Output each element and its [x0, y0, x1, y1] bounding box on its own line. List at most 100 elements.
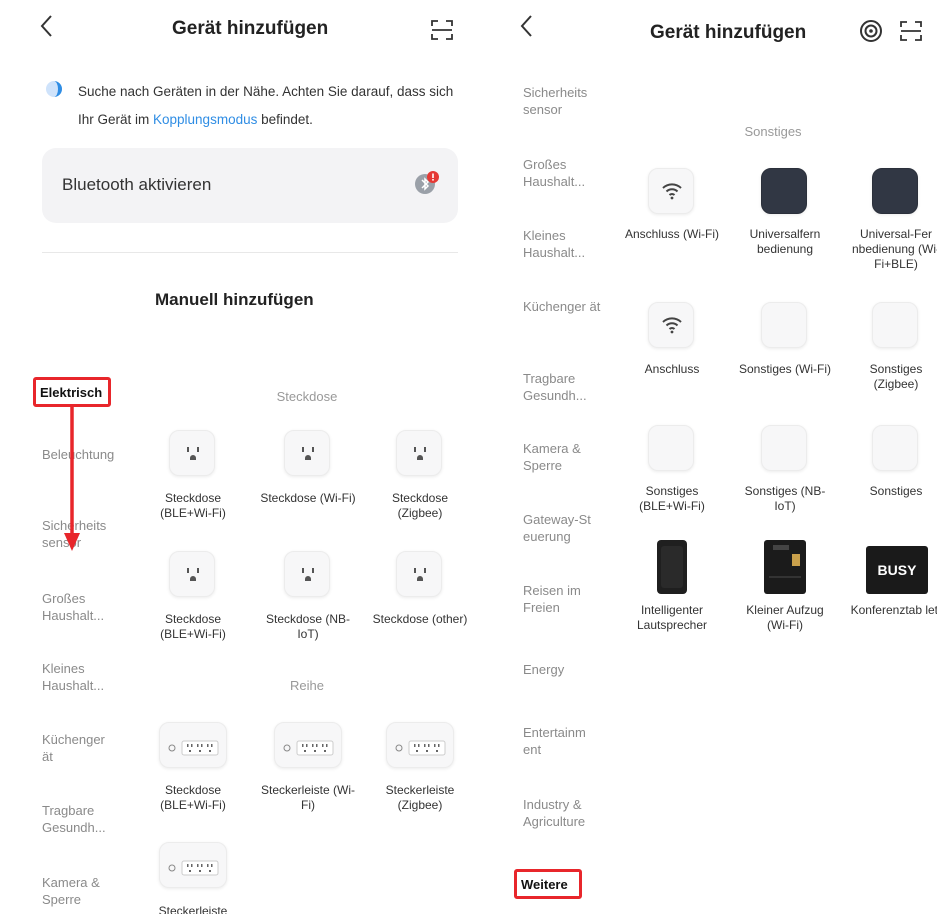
device-item[interactable]: Sonstiges (Wi-Fi) — [737, 302, 833, 402]
device-item[interactable]: Kleiner Aufzug (Wi-Fi) — [737, 540, 833, 660]
remote-icon — [872, 168, 918, 214]
device-item[interactable]: Universal-Fer nbedienung (Wi-Fi+BLE) — [848, 168, 937, 278]
device-item[interactable]: Sonstiges (NB-IoT) — [737, 425, 833, 525]
chevron-left-icon — [520, 15, 532, 37]
device-item[interactable]: Steckdose (Wi-Fi) — [260, 430, 356, 525]
device-item[interactable]: Steckdose (BLE+Wi-Fi) — [145, 722, 241, 822]
device-label: Steckerleiste — [158, 904, 228, 914]
category-kamera-sperre[interactable]: Kamera & Sperre — [42, 874, 116, 908]
device-item[interactable]: Steckdose (Zigbee) — [372, 430, 468, 525]
socket-icon — [284, 430, 330, 476]
manual-add-title: Manuell hinzufügen — [155, 290, 314, 309]
device-label: Sonstiges (NB-IoT) — [744, 484, 826, 513]
pairing-mode-link[interactable]: Kopplungsmodus — [153, 112, 257, 127]
device-item[interactable]: Steckerleiste (Zigbee) — [372, 722, 468, 822]
elevator-icon — [764, 540, 806, 594]
page-title: Gerät hinzufügen — [172, 18, 329, 39]
section-reihe: Reihe — [290, 678, 324, 693]
category-gateway-steuerung[interactable]: Gateway-St euerung — [523, 511, 603, 545]
category-entertainment[interactable]: Entertainm ent — [523, 724, 603, 758]
device-item[interactable]: Steckdose (BLE+Wi-Fi) — [145, 430, 241, 525]
device-item[interactable]: Steckdose (other) — [372, 551, 468, 646]
category-grosses-haushalt[interactable]: Großes Haushalt... — [42, 590, 116, 624]
device-label: Sonstiges (BLE+Wi-Fi) — [639, 484, 705, 513]
category-tragbare-gesundheit[interactable]: Tragbare Gesundh... — [42, 802, 116, 836]
device-label: Kleiner Aufzug (Wi-Fi) — [746, 603, 824, 632]
power-strip-icon — [386, 722, 454, 768]
loading-icon — [45, 80, 63, 103]
search-hint: Suche nach Geräten in der Nähe. Achten S… — [78, 84, 454, 127]
scan-icon — [900, 21, 922, 41]
device-item[interactable]: Anschluss — [624, 302, 720, 402]
divider — [42, 252, 458, 253]
device-label: Universalfern bedienung — [749, 227, 821, 256]
generic-device-icon — [761, 302, 807, 348]
device-item[interactable]: Steckdose (BLE+Wi-Fi) — [145, 551, 241, 646]
socket-icon — [169, 551, 215, 597]
busy-tablet-icon: BUSY — [866, 546, 928, 594]
device-label: Universal-Fer nbedienung (Wi-Fi+BLE) — [851, 227, 937, 271]
device-label: Steckdose (other) — [372, 612, 468, 626]
category-grosses-haushalt[interactable]: Großes Haushalt... — [523, 156, 603, 190]
power-strip-icon — [274, 722, 342, 768]
bluetooth-label: Bluetooth aktivieren — [62, 175, 212, 194]
device-label: Steckerleiste (Zigbee) — [385, 783, 455, 812]
device-label: Steckerleiste (Wi-Fi) — [260, 783, 355, 812]
device-item[interactable]: BUSY Konferenztab lett — [848, 540, 937, 650]
category-kuechengeraet[interactable]: Küchenger ät — [42, 731, 116, 765]
category-industry-agriculture[interactable]: Industry & Agriculture — [523, 796, 603, 830]
generic-device-icon — [648, 425, 694, 471]
device-item[interactable]: Sonstiges — [848, 425, 937, 525]
device-label: Steckdose (BLE+Wi-Fi) — [160, 783, 226, 812]
target-icon — [860, 20, 882, 42]
back-button[interactable] — [520, 14, 534, 44]
section-steckdose: Steckdose — [276, 389, 338, 404]
device-label: Anschluss — [644, 362, 700, 376]
scan-button[interactable] — [900, 20, 922, 47]
device-item[interactable]: Sonstiges (BLE+Wi-Fi) — [624, 425, 720, 525]
device-item[interactable]: Sonstiges (Zigbee) — [848, 302, 937, 402]
category-energy[interactable]: Energy — [523, 661, 603, 678]
device-item[interactable]: Steckdose (NB-IoT) — [260, 551, 356, 646]
power-strip-icon — [159, 842, 227, 888]
scan-icon — [431, 20, 453, 40]
category-weitere[interactable]: Weitere — [521, 876, 581, 893]
back-button[interactable] — [40, 14, 54, 44]
generic-device-icon — [872, 302, 918, 348]
device-item[interactable]: Universalfern bedienung — [737, 168, 833, 268]
category-reisen-im-freien[interactable]: Reisen im Freien — [523, 582, 603, 616]
device-label: Sonstiges — [869, 484, 923, 498]
category-tragbare-gesundheit[interactable]: Tragbare Gesundh... — [523, 370, 603, 404]
device-item[interactable]: Steckerleiste (Wi-Fi) — [260, 722, 356, 822]
category-elektrisch[interactable]: Elektrisch — [40, 384, 126, 401]
generic-device-icon — [761, 425, 807, 471]
remote-icon — [761, 168, 807, 214]
device-label: Steckdose (Wi-Fi) — [260, 491, 356, 505]
generic-device-icon — [872, 425, 918, 471]
socket-icon — [284, 551, 330, 597]
category-sicherheitssensor[interactable]: Sicherheits sensor — [523, 84, 603, 118]
device-item[interactable]: Anschluss (Wi-Fi) — [624, 168, 720, 268]
scan-button[interactable] — [431, 19, 453, 46]
socket-icon — [396, 430, 442, 476]
device-item[interactable]: Intelligenter Lautsprecher — [624, 540, 720, 650]
socket-icon — [396, 551, 442, 597]
device-item[interactable]: Steckerleiste — [145, 842, 241, 914]
device-label: Steckdose (BLE+Wi-Fi) — [160, 612, 226, 641]
device-label: Steckdose (BLE+Wi-Fi) — [160, 491, 226, 520]
left-screen: Gerät hinzufügen Suche nach Geräten in d… — [0, 0, 480, 914]
bluetooth-card[interactable]: Bluetooth aktivieren — [42, 148, 458, 223]
arrow-down-icon — [64, 405, 80, 551]
wifi-icon — [648, 168, 694, 214]
socket-icon — [169, 430, 215, 476]
device-label: Konferenztab lett — [850, 603, 937, 617]
category-kamera-sperre[interactable]: Kamera & Sperre — [523, 440, 603, 474]
device-label: Steckdose (NB-IoT) — [265, 612, 351, 641]
target-button[interactable] — [859, 19, 883, 48]
category-kleines-haushalt[interactable]: Kleines Haushalt... — [42, 660, 116, 694]
right-screen: Gerät hinzufügen Sicherheits sensor Groß… — [497, 0, 937, 914]
category-kuechengeraet[interactable]: Küchenger ät — [523, 298, 603, 315]
power-strip-icon — [159, 722, 227, 768]
category-kleines-haushalt[interactable]: Kleines Haushalt... — [523, 227, 603, 261]
bluetooth-alert-icon — [414, 170, 440, 201]
